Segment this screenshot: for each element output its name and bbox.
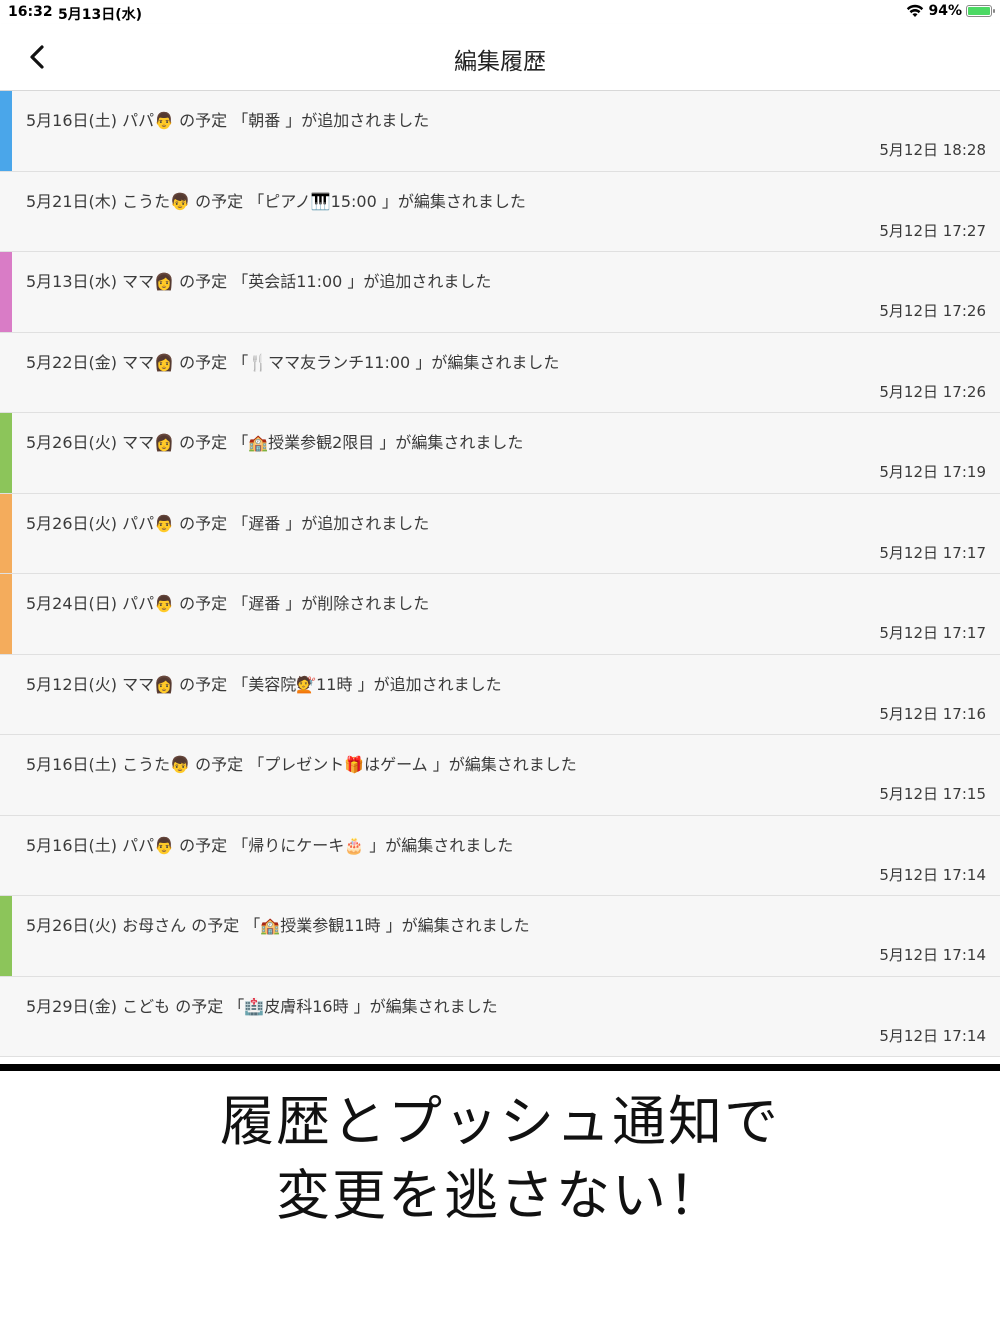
status-time: 16:32 bbox=[8, 4, 53, 20]
history-row[interactable]: 5月26日(火) ママ👩 の予定 「🏫授業参観2限目 」が編集されました 5月12… bbox=[0, 413, 1000, 494]
history-timestamp: 5月12日 17:17 bbox=[879, 543, 986, 562]
member-color-stripe bbox=[0, 413, 12, 493]
promo-caption: 履歴とプッシュ通知で 変更を逃さない！ bbox=[0, 1085, 1000, 1233]
history-row[interactable]: 5月21日(木) こうた👦 の予定 「ピアノ🎹15:00 」が編集されました 5月… bbox=[0, 171, 1000, 252]
member-color-stripe bbox=[0, 655, 12, 735]
history-message: 5月12日(火) ママ👩 の予定 「美容院💇11時 」が追加されました bbox=[26, 674, 502, 694]
history-timestamp: 5月12日 17:27 bbox=[879, 221, 986, 240]
history-timestamp: 5月12日 17:14 bbox=[879, 865, 986, 884]
member-color-stripe bbox=[0, 493, 12, 573]
history-message: 5月16日(土) パパ👨 の予定 「帰りにケーキ🎂 」が編集されました bbox=[26, 835, 514, 855]
status-right: 94% bbox=[906, 3, 995, 19]
status-bar: 16:32 5月13日(水) 94% bbox=[0, 0, 1000, 24]
history-message: 5月26日(火) お母さん の予定 「🏫授業参観11時 」が編集されました bbox=[26, 916, 530, 935]
history-list: 5月16日(土) パパ👨 の予定 「朝番 」が追加されました 5月12日 18:2… bbox=[0, 91, 1000, 1057]
history-row[interactable]: 5月29日(金) こども の予定 「🏥皮膚科16時 」が編集されました 5月12日… bbox=[0, 976, 1000, 1057]
history-row[interactable]: 5月24日(日) パパ👨 の予定 「遅番 」が削除されました 5月12日 17:1… bbox=[0, 574, 1000, 655]
member-color-stripe bbox=[0, 91, 12, 171]
battery-percent: 94% bbox=[928, 3, 962, 19]
history-message: 5月13日(水) ママ👩 の予定 「英会話11:00 」が追加されました bbox=[26, 272, 492, 291]
member-color-stripe bbox=[0, 252, 12, 332]
history-message: 5月26日(火) パパ👨 の予定 「遅番 」が追加されました bbox=[26, 513, 430, 533]
history-row[interactable]: 5月13日(水) ママ👩 の予定 「英会話11:00 」が追加されました 5月12… bbox=[0, 252, 1000, 333]
history-row[interactable]: 5月16日(土) こうた👦 の予定 「プレゼント🎁はゲーム 」が編集されました 5… bbox=[0, 735, 1000, 816]
history-message: 5月16日(土) こうた👦 の予定 「プレゼント🎁はゲーム 」が編集されました bbox=[26, 755, 577, 774]
history-timestamp: 5月12日 17:19 bbox=[879, 463, 986, 481]
history-message: 5月26日(火) ママ👩 の予定 「🏫授業参観2限目 」が編集されました bbox=[26, 433, 524, 452]
wifi-icon bbox=[907, 4, 924, 17]
history-row[interactable]: 5月12日(火) ママ👩 の予定 「美容院💇11時 」が追加されました 5月12日… bbox=[0, 654, 1000, 735]
history-row[interactable]: 5月16日(土) パパ👨 の予定 「帰りにケーキ🎂 」が編集されました 5月12日… bbox=[0, 815, 1000, 896]
history-row[interactable]: 5月16日(土) パパ👨 の予定 「朝番 」が追加されました 5月12日 18:2… bbox=[0, 91, 1000, 172]
member-color-stripe bbox=[0, 333, 12, 413]
history-message: 5月24日(日) パパ👨 の予定 「遅番 」が削除されました bbox=[26, 594, 430, 613]
history-timestamp: 5月12日 17:26 bbox=[879, 302, 986, 320]
history-timestamp: 5月12日 18:28 bbox=[879, 141, 986, 159]
divider bbox=[0, 1064, 1000, 1071]
member-color-stripe bbox=[0, 896, 12, 976]
history-timestamp: 5月12日 17:14 bbox=[879, 1026, 986, 1045]
history-timestamp: 5月12日 17:26 bbox=[879, 382, 986, 401]
member-color-stripe bbox=[0, 172, 12, 252]
member-color-stripe bbox=[0, 816, 12, 896]
caption-line-2: 変更を逃さない！ bbox=[276, 1164, 724, 1227]
history-message: 5月29日(金) こども の予定 「🏥皮膚科16時 」が編集されました bbox=[26, 996, 498, 1016]
member-color-stripe bbox=[0, 735, 12, 815]
history-row[interactable]: 5月26日(火) お母さん の予定 「🏫授業参観11時 」が編集されました 5月1… bbox=[0, 896, 1000, 977]
battery-icon bbox=[966, 5, 995, 17]
history-message: 5月16日(土) パパ👨 の予定 「朝番 」が追加されました bbox=[26, 111, 430, 130]
caption-line-1: 履歴とプッシュ通知で bbox=[220, 1090, 780, 1153]
history-timestamp: 5月12日 17:16 bbox=[879, 704, 986, 723]
page-title: 編集履歴 bbox=[454, 49, 546, 75]
history-message: 5月22日(金) ママ👩 の予定 「🍴ママ友ランチ11:00 」が編集されました bbox=[26, 352, 560, 372]
history-message: 5月21日(木) こうた👦 の予定 「ピアノ🎹15:00 」が編集されました bbox=[26, 191, 526, 211]
member-color-stripe bbox=[0, 977, 12, 1057]
history-timestamp: 5月12日 17:15 bbox=[879, 785, 986, 803]
history-row[interactable]: 5月22日(金) ママ👩 の予定 「🍴ママ友ランチ11:00 」が編集されました… bbox=[0, 332, 1000, 413]
nav-bar: 編集履歴 bbox=[0, 24, 1000, 91]
history-row[interactable]: 5月26日(火) パパ👨 の予定 「遅番 」が追加されました 5月12日 17:1… bbox=[0, 493, 1000, 574]
history-timestamp: 5月12日 17:17 bbox=[879, 624, 986, 642]
member-color-stripe bbox=[0, 574, 12, 654]
status-date: 5月13日(水) bbox=[58, 7, 143, 23]
history-timestamp: 5月12日 17:14 bbox=[879, 946, 986, 964]
